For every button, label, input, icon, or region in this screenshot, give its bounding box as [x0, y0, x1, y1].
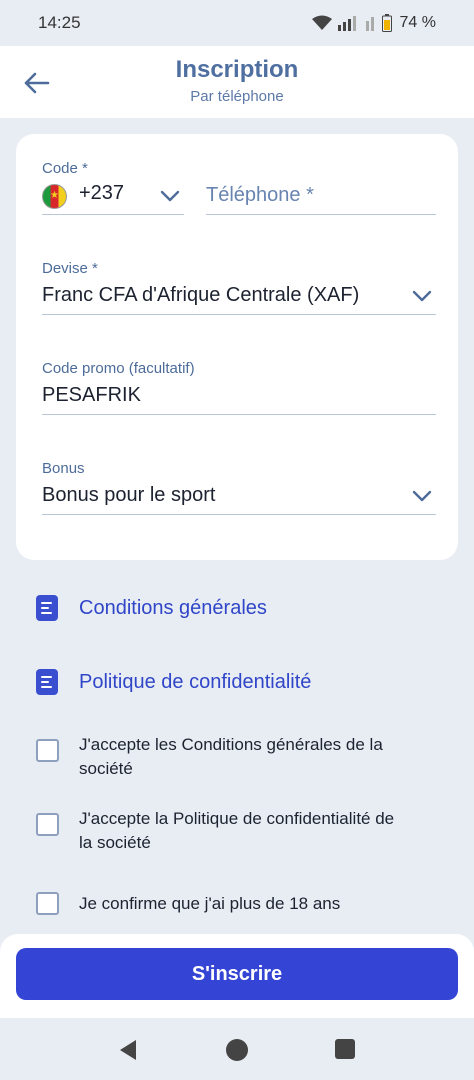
- chevron-down-icon: [160, 190, 180, 202]
- chevron-down-icon: [412, 290, 432, 302]
- registration-form: Code * ★ +237 Téléphone * Devise * Franc…: [16, 134, 458, 560]
- bonus-label: Bonus: [42, 460, 85, 477]
- registration-screen: 14:25 74 % Inscription Par téléphone Cod…: [0, 0, 474, 1080]
- promo-underline: [42, 414, 436, 415]
- accept-terms-checkbox-row[interactable]: J'accepte les Conditions générales de la…: [36, 733, 409, 781]
- terms-link-label: Conditions générales: [79, 596, 267, 619]
- nav-back-icon[interactable]: [116, 1038, 140, 1062]
- promo-code-input[interactable]: Code promo (facultatif) PESAFRIK: [42, 360, 436, 418]
- code-underline: [42, 214, 184, 215]
- phone-input[interactable]: Téléphone *: [206, 184, 436, 215]
- cameroon-flag-icon: ★: [42, 184, 67, 209]
- back-button[interactable]: [20, 66, 54, 100]
- bottom-action-panel: S'inscrire: [0, 934, 474, 1018]
- bonus-value: Bonus pour le sport: [42, 484, 216, 506]
- currency-label: Devise *: [42, 260, 98, 277]
- bonus-select[interactable]: Bonus Bonus pour le sport: [42, 460, 436, 518]
- currency-underline: [42, 314, 436, 315]
- signal-icon: [337, 16, 356, 31]
- promo-value: PESAFRIK: [42, 384, 141, 406]
- page-subtitle: Par téléphone: [190, 88, 284, 105]
- terms-link[interactable]: Conditions générales: [36, 595, 267, 621]
- page-title: Inscription: [175, 56, 299, 83]
- arrow-left-icon: [24, 72, 50, 94]
- accept-terms-checkbox[interactable]: [36, 739, 59, 762]
- signal-2-icon: [365, 17, 374, 31]
- battery-icon: [381, 14, 392, 32]
- privacy-link-label: Politique de confidentialité: [79, 670, 312, 693]
- phone-underline: [206, 214, 436, 215]
- nav-home-icon[interactable]: [225, 1038, 249, 1062]
- country-code-select[interactable]: Code * ★ +237: [42, 160, 184, 216]
- status-bar: 14:25 74 %: [0, 0, 474, 46]
- document-icon: [36, 595, 58, 621]
- phone-placeholder: Téléphone *: [206, 184, 314, 206]
- wifi-icon: [311, 15, 332, 30]
- currency-select[interactable]: Devise * Franc CFA d'Afrique Centrale (X…: [42, 260, 436, 318]
- app-header: Inscription Par téléphone: [0, 46, 474, 118]
- battery-percentage: 74 %: [399, 14, 436, 31]
- status-icons: 74 %: [311, 14, 436, 32]
- system-nav-bar: [0, 1018, 474, 1080]
- confirm-age-label: Je confirme que j'ai plus de 18 ans: [79, 894, 341, 913]
- accept-terms-label: J'accepte les Conditions générales de la…: [79, 735, 383, 778]
- accept-privacy-checkbox-row[interactable]: J'accepte la Politique de confidentialit…: [36, 807, 409, 855]
- privacy-link[interactable]: Politique de confidentialité: [36, 669, 311, 695]
- document-icon: [36, 669, 58, 695]
- submit-button[interactable]: S'inscrire: [16, 948, 458, 1000]
- nav-recents-icon[interactable]: [334, 1038, 356, 1060]
- promo-label: Code promo (facultatif): [42, 360, 195, 377]
- confirm-age-checkbox-row[interactable]: Je confirme que j'ai plus de 18 ans: [36, 886, 409, 916]
- currency-value: Franc CFA d'Afrique Centrale (XAF): [42, 284, 360, 306]
- accept-privacy-label: J'accepte la Politique de confidentialit…: [79, 809, 395, 852]
- chevron-down-icon: [412, 490, 432, 502]
- confirm-age-checkbox[interactable]: [36, 892, 59, 915]
- status-time: 14:25: [38, 13, 81, 32]
- accept-privacy-checkbox[interactable]: [36, 813, 59, 836]
- bonus-underline: [42, 514, 436, 515]
- code-label: Code *: [42, 160, 88, 177]
- country-code-value: +237: [79, 182, 125, 204]
